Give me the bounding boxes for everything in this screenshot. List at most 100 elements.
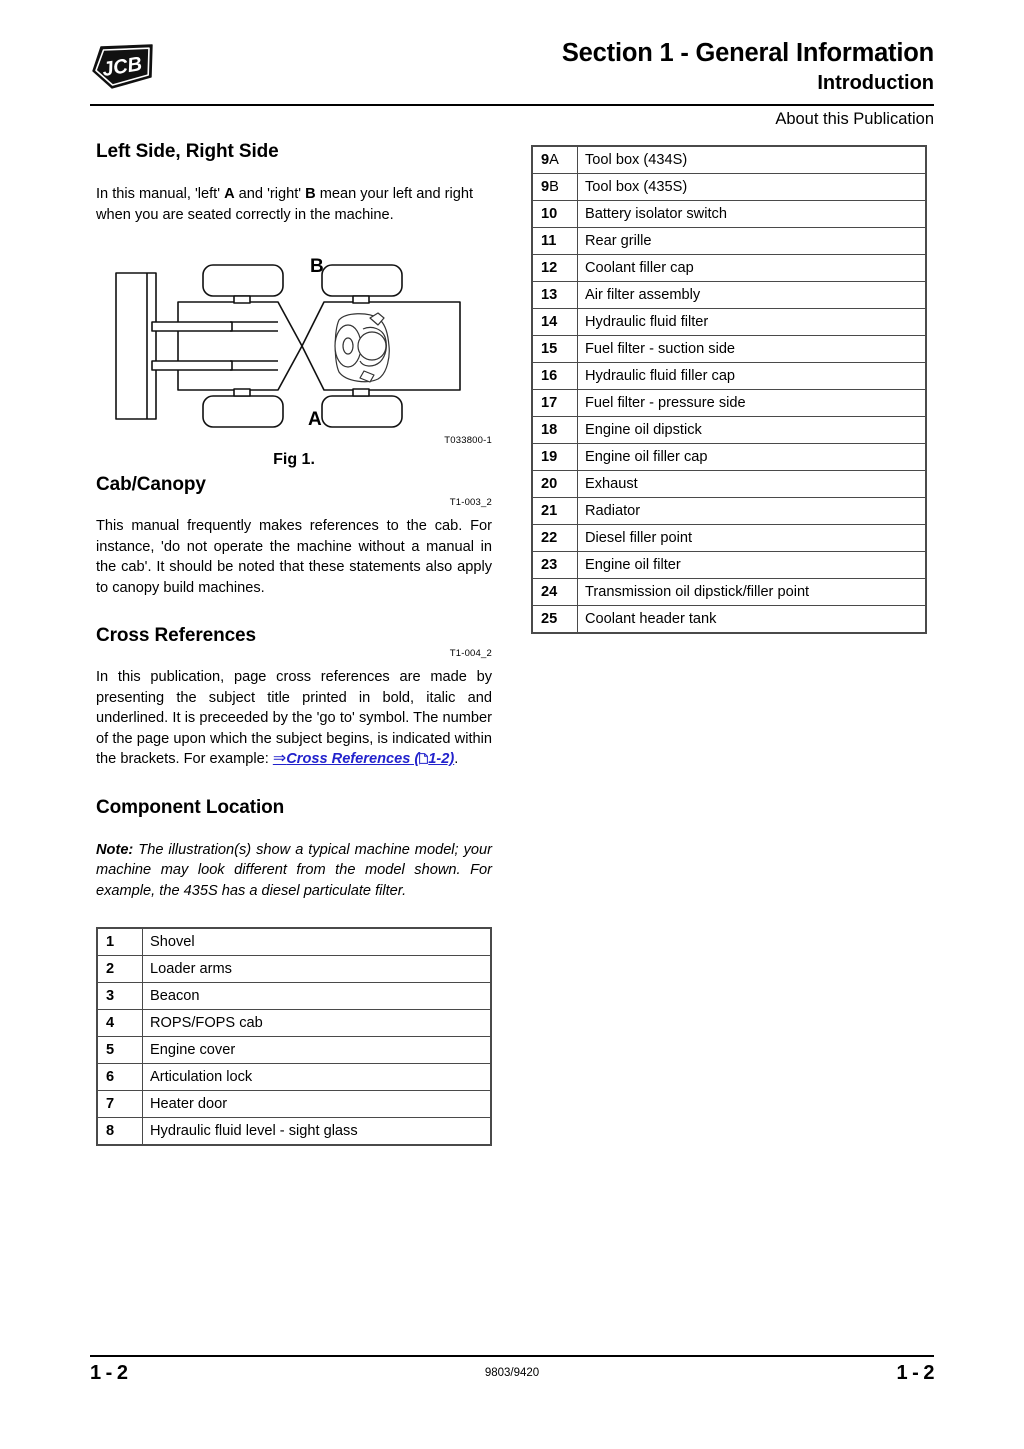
- row-description: Beacon: [142, 982, 492, 1010]
- page-footer: 1 - 2 9803/9420 1 - 2: [90, 1355, 934, 1396]
- row-number: 5: [96, 1036, 143, 1064]
- paragraph-cross-references: In this publication, page cross referenc…: [96, 667, 492, 770]
- table-row: 5 Engine cover: [96, 1036, 492, 1064]
- document-page: JCB Section 1 - General Information Intr…: [0, 0, 1024, 1449]
- cross-reference-link[interactable]: ⇒Cross References (1-2): [272, 750, 454, 767]
- footer-row: 1 - 2 9803/9420 1 - 2: [90, 1362, 934, 1396]
- table-row: 14 Hydraulic fluid filter: [531, 308, 927, 336]
- row-description: Fuel filter - suction side: [577, 335, 927, 363]
- label-a-inline: A: [224, 186, 235, 202]
- row-number: 10: [531, 200, 578, 228]
- table-row: 4 ROPS/FOPS cab: [96, 1009, 492, 1037]
- heading-component-location: Component Location: [96, 796, 285, 818]
- table-row: 7 Heater door: [96, 1090, 492, 1118]
- table-body-left: 1 Shovel 2 Loader arms 3 Beacon 4 ROPS/F…: [96, 927, 492, 1146]
- row-number: 1: [96, 927, 143, 956]
- page-title: Section 1 - General Information: [561, 39, 934, 67]
- row-number-value: 16: [541, 368, 558, 384]
- row-number-value: 5: [106, 1042, 115, 1058]
- row-number-value: 12: [541, 260, 558, 276]
- table-row: 8 Hydraulic fluid level - sight glass: [96, 1117, 492, 1146]
- row-number: 19: [531, 443, 578, 471]
- row-number-value: 1: [106, 934, 115, 950]
- row-number-value: 11: [541, 233, 557, 249]
- paragraph-left-side-right-side: In this manual, 'left' A and 'right' B m…: [96, 184, 492, 225]
- row-number: 12: [531, 254, 578, 282]
- heading-cross-references: Cross References: [96, 625, 256, 646]
- table-row: 6 Articulation lock: [96, 1063, 492, 1091]
- row-number-value: 4: [106, 1015, 115, 1031]
- row-description: Fuel filter - pressure side: [577, 389, 927, 417]
- row-description: Rear grille: [577, 227, 927, 255]
- row-number-value: 3: [106, 988, 115, 1004]
- row-number-value: 10: [541, 206, 558, 222]
- table-row: 12 Coolant filler cap: [531, 254, 927, 282]
- row-number: 9A: [531, 145, 578, 174]
- machine-top-view-diagram: [106, 251, 486, 446]
- table-row: 24 Transmission oil dipstick/filler poin…: [531, 578, 927, 606]
- table-row: 21 Radiator: [531, 497, 927, 525]
- row-description: ROPS/FOPS cab: [142, 1009, 492, 1037]
- row-description: Tool box (434S): [577, 145, 927, 174]
- row-number-value: 24: [541, 584, 558, 600]
- row-number-value: 13: [541, 287, 558, 303]
- figure-1-block: B A T033800-1 Fig 1.: [96, 251, 492, 473]
- figure-label-a: A: [308, 409, 322, 430]
- footer-divider: [90, 1355, 934, 1357]
- row-number-value: 18: [541, 422, 558, 438]
- row-number: 16: [531, 362, 578, 390]
- footer-publication-number: 9803/9420: [484, 1367, 540, 1379]
- table-row: 23 Engine oil filter: [531, 551, 927, 579]
- row-description: Hydraulic fluid level - sight glass: [142, 1117, 492, 1146]
- page-subtitle: Introduction: [817, 72, 934, 94]
- row-number-value: 25: [541, 611, 558, 627]
- row-number: 11: [531, 227, 578, 255]
- header-subject: About this Publication: [775, 110, 934, 128]
- table-row: 18 Engine oil dipstick: [531, 416, 927, 444]
- row-description: Coolant header tank: [577, 605, 927, 634]
- table-row: 16 Hydraulic fluid filler cap: [531, 362, 927, 390]
- row-number-value: 15: [541, 341, 558, 357]
- note-body-text: The illustration(s) show a typical machi…: [96, 841, 492, 899]
- row-number-value: 19: [541, 449, 558, 465]
- figure-reference-code: T033800-1: [444, 435, 492, 446]
- heading-cab-canopy: Cab/Canopy: [96, 474, 206, 495]
- row-number-value: 9: [541, 179, 550, 195]
- row-number-suffix: B: [549, 179, 559, 195]
- row-number: 14: [531, 308, 578, 336]
- footer-page-number-right: 1 - 2: [896, 1362, 934, 1384]
- row-number-value: 9: [541, 152, 550, 168]
- row-number: 18: [531, 416, 578, 444]
- row-number-value: 20: [541, 476, 558, 492]
- table-row: 22 Diesel filler point: [531, 524, 927, 552]
- table-row: 2 Loader arms: [96, 955, 492, 983]
- table-row: 9A Tool box (434S): [531, 145, 927, 174]
- row-description: Hydraulic fluid filler cap: [577, 362, 927, 390]
- table-body-right: 9A Tool box (434S) 9B Tool box (435S) 10…: [531, 145, 927, 634]
- table-row: 3 Beacon: [96, 982, 492, 1010]
- header-divider: [90, 104, 934, 106]
- row-number-value: 6: [106, 1069, 115, 1085]
- component-location-table-left: 1 Shovel 2 Loader arms 3 Beacon 4 ROPS/F…: [96, 927, 492, 1146]
- table-row: 15 Fuel filter - suction side: [531, 335, 927, 363]
- table-row: 11 Rear grille: [531, 227, 927, 255]
- row-number: 22: [531, 524, 578, 552]
- row-number: 9B: [531, 173, 578, 201]
- row-number-value: 23: [541, 557, 558, 573]
- row-number: 23: [531, 551, 578, 579]
- figure-label-b: B: [310, 256, 324, 277]
- row-number: 17: [531, 389, 578, 417]
- heading-left-side-right-side: Left Side, Right Side: [96, 141, 279, 162]
- row-description: Engine oil filler cap: [577, 443, 927, 471]
- row-number: 7: [96, 1090, 143, 1118]
- jcb-logo: JCB: [90, 44, 158, 90]
- row-number-value: 17: [541, 395, 558, 411]
- row-number: 25: [531, 605, 578, 634]
- row-description: Exhaust: [577, 470, 927, 498]
- table-row: 13 Air filter assembly: [531, 281, 927, 309]
- row-number-value: 8: [106, 1123, 115, 1139]
- goto-arrow-icon: ⇒: [272, 750, 287, 767]
- figure-caption: Fig 1.: [273, 451, 315, 468]
- row-number: 21: [531, 497, 578, 525]
- row-number-value: 21: [541, 503, 558, 519]
